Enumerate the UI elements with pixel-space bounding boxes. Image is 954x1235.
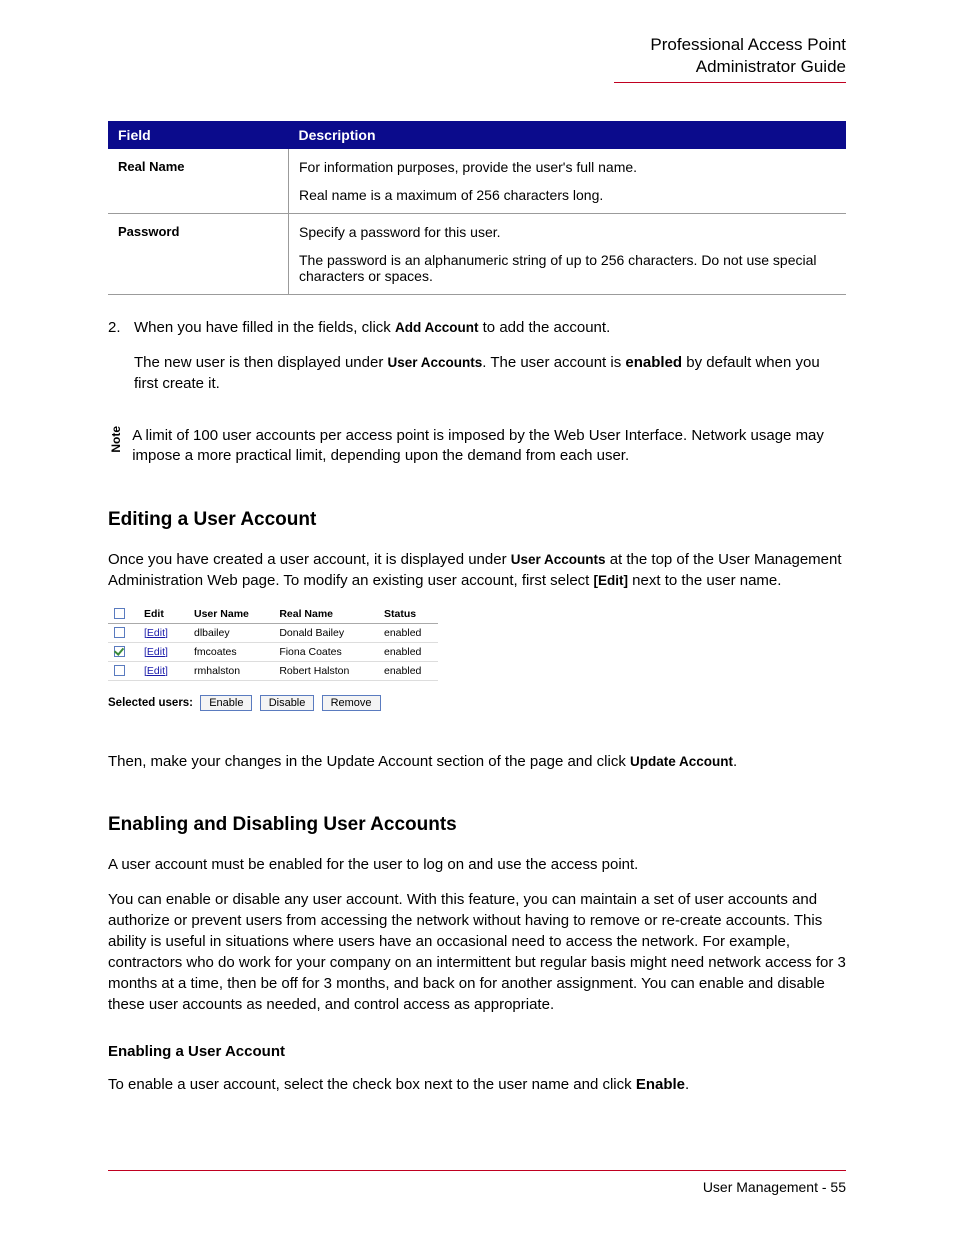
enabling-paragraph-3: To enable a user account, select the che… <box>108 1074 846 1095</box>
note-text: A limit of 100 user accounts per access … <box>132 426 846 467</box>
enable-bold: Enable <box>636 1076 685 1093</box>
add-account-label: Add Account <box>395 320 479 335</box>
enable-button[interactable]: Enable <box>200 695 252 711</box>
footer-rule <box>108 1170 846 1171</box>
edit-link[interactable]: [Edit] <box>144 646 168 658</box>
cell-realname: Donald Bailey <box>273 623 378 642</box>
user-accounts-label-2: User Accounts <box>511 552 606 567</box>
cell-realname: Robert Halston <box>273 661 378 680</box>
heading-editing-user-account: Editing a User Account <box>108 509 846 531</box>
note-block: Note A limit of 100 user accounts per ac… <box>108 426 846 467</box>
user-accounts-panel: Edit User Name Real Name Status [Edit] d… <box>108 605 438 711</box>
user-accounts-table: Edit User Name Real Name Status [Edit] d… <box>108 605 438 681</box>
note-label: Note <box>108 426 124 455</box>
step2-line2: The new user is then displayed under Use… <box>134 352 846 394</box>
table-row: Real Name For information purposes, prov… <box>108 149 846 214</box>
header-rule <box>614 82 846 83</box>
cell-realname: Fiona Coates <box>273 642 378 661</box>
doc-title-line1: Professional Access Point <box>108 34 846 56</box>
user-accounts-label: User Accounts <box>387 355 482 370</box>
row-checkbox[interactable] <box>114 646 125 657</box>
th-description: Description <box>289 121 847 149</box>
page-header: Professional Access Point Administrator … <box>108 34 846 83</box>
cell-username: rmhalston <box>188 661 273 680</box>
subheading-enabling: Enabling a User Account <box>108 1043 846 1060</box>
th-field: Field <box>108 121 289 149</box>
field-realname: Real Name <box>108 149 289 214</box>
step-number: 2. <box>108 317 134 408</box>
selected-users-row: Selected users: Enable Disable Remove <box>108 695 438 711</box>
user-row: [Edit] fmcoates Fiona Coates enabled <box>108 642 438 661</box>
th-realname: Real Name <box>273 605 378 624</box>
cell-status: enabled <box>378 623 438 642</box>
step2-line1: When you have filled in the fields, clic… <box>134 317 846 338</box>
cell-status: enabled <box>378 642 438 661</box>
remove-button[interactable]: Remove <box>322 695 381 711</box>
selected-users-label: Selected users: <box>108 697 193 709</box>
step-2: 2. When you have filled in the fields, c… <box>108 317 846 408</box>
th-edit: Edit <box>138 605 188 624</box>
row-checkbox[interactable] <box>114 627 125 638</box>
table-row: Password Specify a password for this use… <box>108 214 846 295</box>
enabled-bold: enabled <box>625 354 682 371</box>
update-account-label: Update Account <box>630 754 733 769</box>
edit-link[interactable]: [Edit] <box>144 665 168 677</box>
user-row: [Edit] dlbailey Donald Bailey enabled <box>108 623 438 642</box>
field-description-table: Field Description Real Name For informat… <box>108 121 846 295</box>
cell-username: dlbailey <box>188 623 273 642</box>
editing-paragraph-2: Then, make your changes in the Update Ac… <box>108 751 846 772</box>
footer-text: User Management - 55 <box>108 1179 846 1195</box>
enabling-paragraph-1: A user account must be enabled for the u… <box>108 854 846 875</box>
th-checkbox <box>108 605 138 624</box>
enabling-paragraph-2: You can enable or disable any user accou… <box>108 889 846 1015</box>
cell-username: fmcoates <box>188 642 273 661</box>
page-footer: User Management - 55 <box>108 1170 846 1195</box>
cell-status: enabled <box>378 661 438 680</box>
doc-title-line2: Administrator Guide <box>108 56 846 78</box>
heading-enabling-disabling: Enabling and Disabling User Accounts <box>108 814 846 836</box>
desc-realname: For information purposes, provide the us… <box>289 149 847 214</box>
user-row: [Edit] rmhalston Robert Halston enabled <box>108 661 438 680</box>
desc-password: Specify a password for this user. The pa… <box>289 214 847 295</box>
th-username: User Name <box>188 605 273 624</box>
editing-paragraph-1: Once you have created a user account, it… <box>108 549 846 591</box>
edit-link-label: [Edit] <box>594 573 629 588</box>
disable-button[interactable]: Disable <box>260 695 315 711</box>
edit-link[interactable]: [Edit] <box>144 627 168 639</box>
header-checkbox[interactable] <box>114 608 125 619</box>
field-password: Password <box>108 214 289 295</box>
th-status: Status <box>378 605 438 624</box>
row-checkbox[interactable] <box>114 665 125 676</box>
